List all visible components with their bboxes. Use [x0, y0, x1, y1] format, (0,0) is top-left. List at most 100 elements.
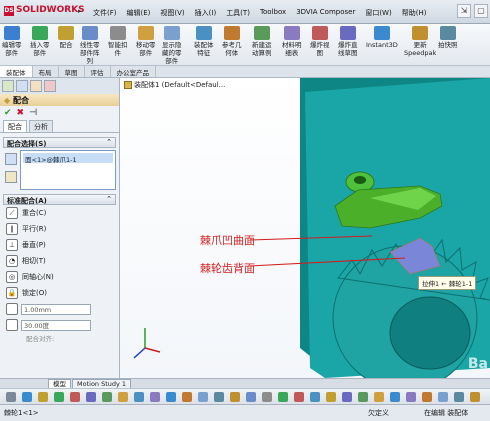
tangent-icon[interactable]: ◔ — [6, 255, 18, 267]
selection-item[interactable]: 面<1>@棘爪1-1 — [23, 153, 113, 164]
mate-option[interactable]: ◎ 同轴心(N) — [6, 269, 119, 285]
linear-pattern-button[interactable]: 线性零 部件阵 列 — [80, 26, 100, 65]
mate-button[interactable]: 配合 — [58, 26, 74, 49]
toolbar-tool-icon[interactable] — [326, 392, 336, 402]
parallel-icon[interactable]: ∥ — [6, 223, 18, 235]
mate-selections-group[interactable]: 配合选择(S) ⌃ — [3, 137, 116, 148]
menu-edit[interactable]: 编辑(E) — [122, 6, 156, 20]
assembly-feature-button[interactable]: 装配体 特征 — [194, 26, 214, 57]
toolbar-tool-icon[interactable] — [6, 392, 16, 402]
pin-menu-icon[interactable]: ⇲ — [457, 4, 471, 18]
menu-expand-icon[interactable]: ▸ — [78, 7, 82, 15]
mate-option[interactable]: ⟋ 重合(C) — [6, 205, 119, 221]
toolbar-tool-icon[interactable] — [406, 392, 416, 402]
ok-button[interactable]: ✔ — [4, 108, 12, 118]
coincident-icon[interactable]: ⟋ — [6, 207, 18, 219]
angle-field[interactable]: 30.00度 — [21, 319, 91, 331]
mate-option[interactable]: ◔ 相切(T) — [6, 253, 119, 269]
menu-insert[interactable]: 插入(I) — [190, 6, 222, 20]
toolbar-tool-icon[interactable] — [182, 392, 192, 402]
toolbar-tool-icon[interactable] — [86, 392, 96, 402]
concentric-icon[interactable]: ◎ — [6, 271, 18, 283]
menu-file[interactable]: 文件(F) — [88, 6, 122, 20]
mate-icon — [58, 26, 74, 40]
angle-icon[interactable] — [6, 319, 18, 331]
insert-component-button[interactable]: 插入零 部件 — [30, 26, 50, 57]
new-motion-study-icon — [253, 26, 270, 40]
edit-component-button[interactable]: 编辑零 部件 — [2, 26, 22, 57]
pushpin-button[interactable]: ⊣ — [29, 108, 37, 118]
property-manager-tab-icon[interactable] — [16, 80, 28, 92]
toolbar-tool-icon[interactable] — [150, 392, 160, 402]
toolbar-tool-icon[interactable] — [262, 392, 272, 402]
toolbar-tool-icon[interactable] — [438, 392, 448, 402]
menu-tools[interactable]: 工具(T) — [221, 6, 255, 20]
distance-icon[interactable] — [6, 303, 18, 315]
menu-toolbox[interactable]: Toolbox — [255, 6, 291, 20]
toolbar-tool-icon[interactable] — [198, 392, 208, 402]
menu-window[interactable]: 窗口(W) — [360, 6, 396, 20]
mate-option[interactable]: ⊥ 垂直(P) — [6, 237, 119, 253]
toolbar-tool-icon[interactable] — [38, 392, 48, 402]
toolbar-tool-icon[interactable] — [422, 392, 432, 402]
configuration-tab-icon[interactable] — [30, 80, 42, 92]
tab-mates[interactable]: 配合 — [3, 120, 27, 132]
toolbar-tool-icon[interactable] — [374, 392, 384, 402]
collapse-icon[interactable]: ⌃ — [106, 195, 112, 203]
menu-view[interactable]: 视图(V) — [155, 6, 189, 20]
toolbar-tool-icon[interactable] — [342, 392, 352, 402]
model-view[interactable] — [120, 78, 490, 378]
toolbar-tool-icon[interactable] — [166, 392, 176, 402]
toolbar-tool-icon[interactable] — [310, 392, 320, 402]
toolbar-tool-icon[interactable] — [358, 392, 368, 402]
reference-geometry-button[interactable]: 参考几 何体 — [222, 26, 242, 57]
mate-selection-list[interactable]: 面<1>@棘爪1-1 — [20, 150, 116, 190]
tab-sketch[interactable]: 草图 — [59, 66, 85, 77]
toolbar-tool-icon[interactable] — [22, 392, 32, 402]
selection-filter2-icon[interactable] — [5, 171, 17, 183]
display-manager-tab-icon[interactable] — [44, 80, 56, 92]
bom-button[interactable]: 材料明 细表 — [282, 26, 302, 57]
move-component-button[interactable]: 移动零 部件 — [136, 26, 156, 57]
toolbar-tool-icon[interactable] — [294, 392, 304, 402]
collapse-icon[interactable]: ⌃ — [106, 138, 112, 146]
menu-help[interactable]: 帮助(H) — [397, 6, 432, 20]
toolbar-tool-icon[interactable] — [70, 392, 80, 402]
toolbar-tool-icon[interactable] — [54, 392, 64, 402]
speedpak-button[interactable]: 更新 Speedpak — [404, 26, 436, 57]
mate-option[interactable]: ∥ 平行(R) — [6, 221, 119, 237]
toolbar-tool-icon[interactable] — [390, 392, 400, 402]
mate-option[interactable]: 🔒 锁定(O) — [6, 285, 119, 301]
selection-filter-icon[interactable] — [5, 153, 17, 165]
instant3d-button[interactable]: Instant3D — [366, 26, 398, 49]
new-document-icon[interactable]: ▢ — [474, 4, 488, 18]
toolbar-tool-icon[interactable] — [102, 392, 112, 402]
exploded-view-button[interactable]: 爆炸视 图 — [310, 26, 330, 57]
tab-layout[interactable]: 布局 — [33, 66, 59, 77]
show-hidden-button[interactable]: 显示隐 藏的零 部件 — [162, 26, 182, 65]
toolbar-tool-icon[interactable] — [246, 392, 256, 402]
graphics-area[interactable]: 装配体1 (Default<Defaul... 棘爪凹曲面 棘轮齿背面 拉伸1 … — [120, 78, 490, 378]
toolbar-tool-icon[interactable] — [118, 392, 128, 402]
cancel-button[interactable]: ✖ — [17, 108, 25, 118]
menu-3dvia[interactable]: 3DVIA Composer — [291, 6, 360, 20]
toolbar-tool-icon[interactable] — [134, 392, 144, 402]
perpendicular-icon[interactable]: ⊥ — [6, 239, 18, 251]
smart-fastener-button[interactable]: 智能扣 件 — [108, 26, 128, 57]
toolbar-tool-icon[interactable] — [214, 392, 224, 402]
toolbar-tool-icon[interactable] — [278, 392, 288, 402]
distance-field[interactable]: 1.00mm — [21, 303, 91, 315]
snapshot-button[interactable]: 拍快照 — [438, 26, 458, 49]
tab-analysis[interactable]: 分析 — [29, 120, 53, 132]
feature-tree-tab-icon[interactable] — [2, 80, 14, 92]
tab-assembly[interactable]: 装配体 — [0, 66, 33, 77]
tab-evaluate[interactable]: 评估 — [85, 66, 111, 77]
toolbar-tool-icon[interactable] — [454, 392, 464, 402]
tab-office-products[interactable]: 办公室产品 — [111, 66, 156, 77]
explode-line-sketch-button[interactable]: 爆炸直 线草图 — [338, 26, 358, 57]
toolbar-tool-icon[interactable] — [230, 392, 240, 402]
standard-mates-group[interactable]: 标准配合(A) ⌃ — [3, 194, 116, 205]
lock-icon[interactable]: 🔒 — [6, 287, 18, 299]
toolbar-tool-icon[interactable] — [470, 392, 480, 402]
new-motion-study-button[interactable]: 新建运 动算例 — [252, 26, 272, 57]
